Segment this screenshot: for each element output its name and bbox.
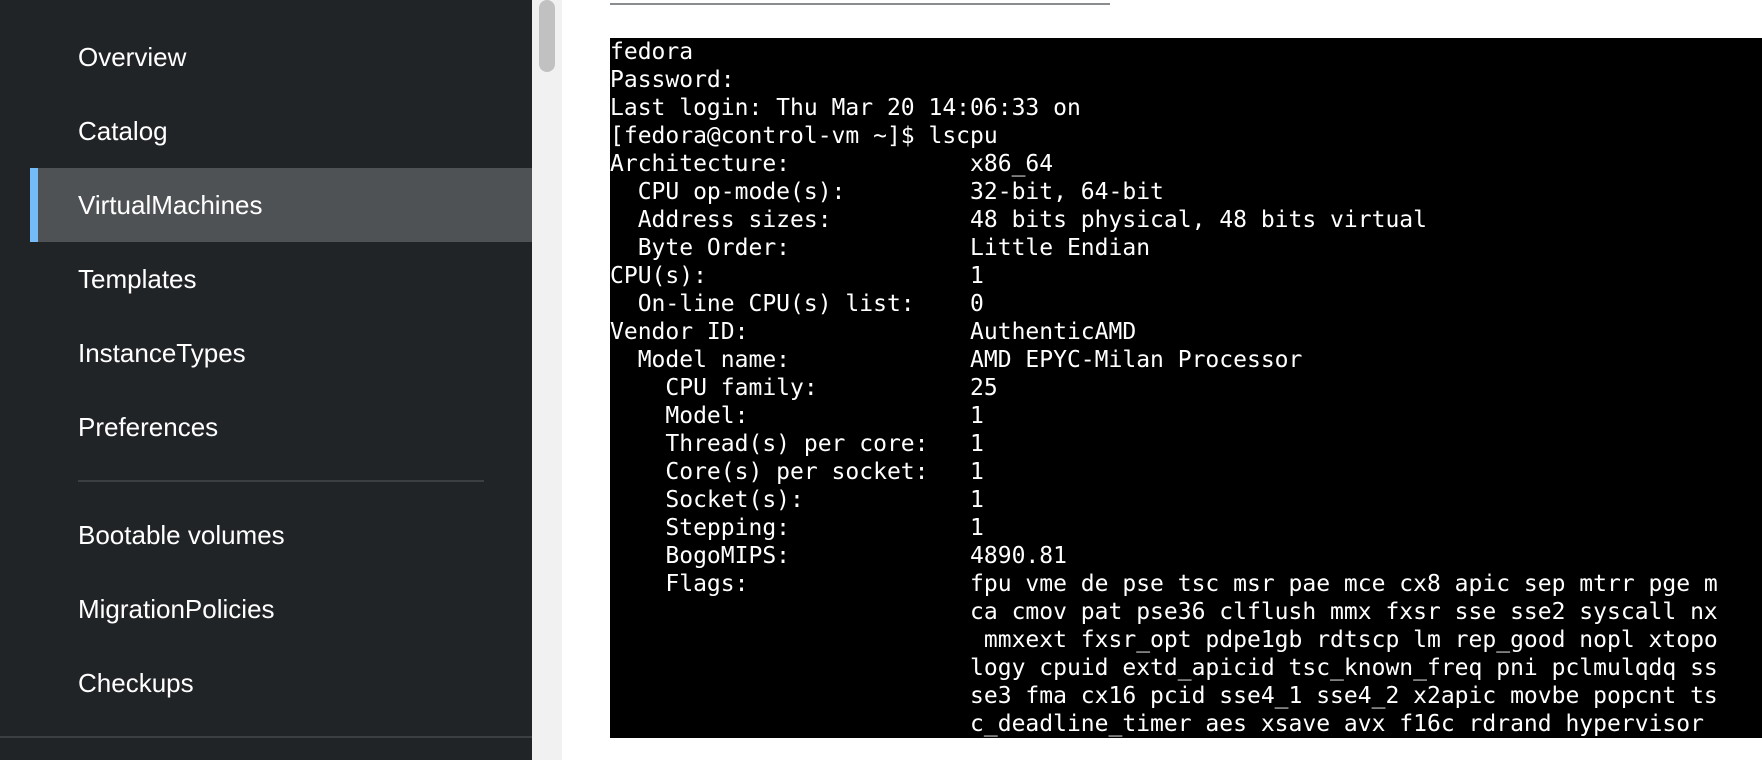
sidebar-item-label: Templates xyxy=(78,263,197,294)
terminal-line: se3 fma cx16 pcid sse4_1 sse4_2 x2apic m… xyxy=(610,683,1718,709)
terminal-line: Core(s) per socket: 1 xyxy=(610,459,984,485)
terminal-line: Socket(s): 1 xyxy=(610,487,984,513)
terminal-line: Architecture: x86_64 xyxy=(610,151,1054,177)
main-scrollbar[interactable] xyxy=(532,0,562,760)
terminal-line: Address sizes: 48 bits physical, 48 bits… xyxy=(610,207,1427,233)
sidebar-item-bootable-volumes[interactable]: Bootable volumes xyxy=(0,498,532,572)
sidebar-item-preferences[interactable]: Preferences xyxy=(0,390,532,464)
sidebar-item-migrationpolicies[interactable]: MigrationPolicies xyxy=(0,572,532,646)
terminal-line: Model name: AMD EPYC-Milan Processor xyxy=(610,347,1303,373)
vm-console-terminal[interactable]: fedora Password: Last login: Thu Mar 20 14… xyxy=(610,38,1762,738)
terminal-line: Password: xyxy=(610,67,735,93)
terminal-line: Byte Order: Little Endian xyxy=(610,235,1151,261)
terminal-line: Stepping: 1 xyxy=(610,515,984,541)
sidebar-item-virtualmachines[interactable]: VirtualMachines xyxy=(30,168,532,242)
scrollbar-thumb[interactable] xyxy=(539,0,555,72)
terminal-line: Vendor ID: AuthenticAMD xyxy=(610,319,1137,345)
terminal-line: Thread(s) per core: 1 xyxy=(610,431,984,457)
sidebar-item-instancetypes[interactable]: InstanceTypes xyxy=(0,316,532,390)
sidebar-item-label: Preferences xyxy=(78,411,219,442)
terminal-line: CPU(s): 1 xyxy=(610,263,984,289)
terminal-output: fedora Password: Last login: Thu Mar 20 14… xyxy=(610,38,1762,738)
sidebar-item-label: MigrationPolicies xyxy=(78,593,275,624)
sidebar-item-label: InstanceTypes xyxy=(78,337,246,368)
sidebar-item-label: Checkups xyxy=(78,667,194,698)
terminal-line: BogoMIPS: 4890.81 xyxy=(610,543,1067,569)
sidebar-item-templates[interactable]: Templates xyxy=(0,242,532,316)
terminal-line: fedora xyxy=(610,39,694,65)
sidebar-bottom-divider xyxy=(0,736,532,738)
terminal-line: logy cpuid extd_apicid tsc_known_freq pn… xyxy=(610,655,1718,681)
sidebar-item-label: Bootable volumes xyxy=(78,519,285,550)
sidebar-item-label: Overview xyxy=(78,41,187,72)
sidebar-item-overview[interactable]: Overview xyxy=(0,20,532,94)
sidebar-item-label: Catalog xyxy=(78,115,168,146)
sidebar-item-label: VirtualMachines xyxy=(78,189,263,220)
terminal-line: Model: 1 xyxy=(610,403,984,429)
terminal-line: CPU op-mode(s): 32-bit, 64-bit xyxy=(610,179,1164,205)
terminal-line: mmxext fxsr_opt pdpe1gb rdtscp lm rep_go… xyxy=(610,627,1718,653)
terminal-line: [fedora@control-vm ~]$ lscpu xyxy=(610,123,998,149)
sidebar-divider xyxy=(78,480,484,482)
terminal-line: Flags: fpu vme de pse tsc msr pae mce cx… xyxy=(610,571,1718,597)
terminal-line: Last login: Thu Mar 20 14:06:33 on xyxy=(610,95,1081,121)
sidebar-nav: Overview Catalog VirtualMachines Templat… xyxy=(0,0,532,760)
section-divider xyxy=(610,3,1110,5)
sidebar-item-catalog[interactable]: Catalog xyxy=(0,94,532,168)
sidebar-item-checkups[interactable]: Checkups xyxy=(0,646,532,720)
terminal-line: CPU family: 25 xyxy=(610,375,998,401)
terminal-line: c_deadline_timer aes xsave avx f16c rdra… xyxy=(610,711,1704,737)
terminal-line: On-line CPU(s) list: 0 xyxy=(610,291,984,317)
terminal-line: ca cmov pat pse36 clflush mmx fxsr sse s… xyxy=(610,599,1718,625)
